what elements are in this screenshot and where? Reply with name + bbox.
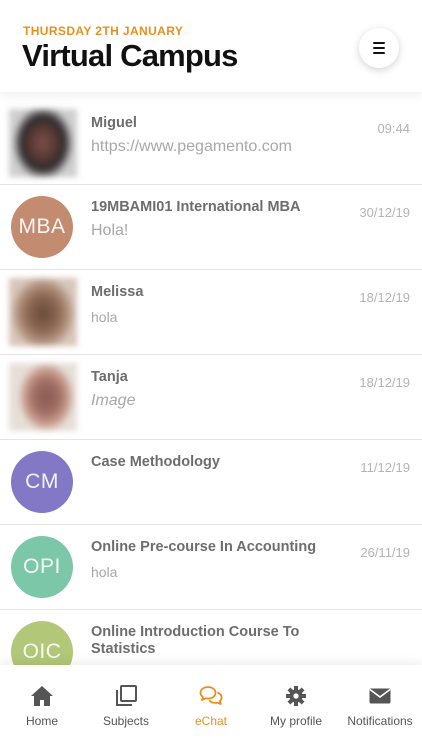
avatar xyxy=(9,278,77,346)
chat-last-message: Hola! xyxy=(91,222,129,239)
avatar: CM xyxy=(11,451,73,513)
chat-last-message: https://www.pegamento.com xyxy=(91,138,292,155)
avatar: OPI xyxy=(11,536,73,598)
tab-notifications[interactable]: Notifications xyxy=(338,665,422,750)
avatar xyxy=(9,109,77,177)
chat-last-message: hola xyxy=(91,564,118,580)
tab-label: Subjects xyxy=(102,714,150,728)
chat-time: 18/12/19 xyxy=(359,290,410,305)
page-title: Virtual Campus xyxy=(22,38,238,73)
chat-icon xyxy=(199,686,223,705)
chat-name: Melissa xyxy=(91,284,144,300)
tab-label: My profile xyxy=(269,714,322,728)
chat-last-message: hola xyxy=(91,309,118,325)
chat-name: 19MBAMI01 International MBA xyxy=(91,199,301,215)
chat-name: Miguel xyxy=(91,115,137,131)
gear-icon xyxy=(286,686,306,706)
chat-list[interactable]: Miguel https://www.pegamento.com 09:44 M… xyxy=(0,101,422,665)
chat-name: Online Pre-course In Accounting xyxy=(91,539,317,555)
subjects-icon xyxy=(116,685,137,706)
chat-item[interactable]: CM Case Methodology 11/12/19 xyxy=(0,440,422,525)
tab-label: eChat xyxy=(194,714,228,728)
chat-time: 09:44 xyxy=(377,121,410,136)
chat-name: Case Methodology xyxy=(91,454,220,470)
chat-item[interactable]: OIC Online Introduction Course To Statis… xyxy=(0,610,422,665)
chat-item[interactable]: MBA 19MBAMI01 International MBA Hola! 30… xyxy=(0,185,422,270)
tab-subjects[interactable]: Subjects xyxy=(84,665,168,750)
chat-item[interactable]: Melissa hola 18/12/19 xyxy=(0,270,422,355)
tab-echat[interactable]: eChat xyxy=(168,665,254,750)
chat-time: 18/12/19 xyxy=(359,375,410,390)
menu-icon xyxy=(373,42,385,44)
home-icon xyxy=(31,686,53,706)
tab-label: Notifications xyxy=(347,714,413,728)
chat-last-message: Image xyxy=(91,392,136,409)
chat-item[interactable]: Tanja Image 18/12/19 xyxy=(0,355,422,440)
chat-name: Tanja xyxy=(91,369,128,385)
menu-button[interactable] xyxy=(359,28,399,68)
envelope-icon xyxy=(369,688,391,704)
chat-name: Online Introduction Course To Statistics xyxy=(91,624,300,657)
avatar: MBA xyxy=(11,196,73,258)
avatar: OIC xyxy=(11,621,73,665)
tab-my-profile[interactable]: My profile xyxy=(254,665,338,750)
app-screen: THURSDAY 2TH JANUARY Virtual Campus Migu… xyxy=(0,0,422,750)
chat-time: 30/12/19 xyxy=(359,205,410,220)
header: THURSDAY 2TH JANUARY Virtual Campus xyxy=(0,0,422,92)
tab-label: Home xyxy=(25,714,58,728)
avatar xyxy=(9,363,77,431)
tab-home[interactable]: Home xyxy=(0,665,84,750)
header-date: THURSDAY 2TH JANUARY xyxy=(23,24,184,38)
chat-item[interactable]: OPI Online Pre-course In Accounting hola… xyxy=(0,525,422,610)
chat-time: 26/11/19 xyxy=(360,545,410,560)
bottom-tab-bar: Home Subjects eChat My profile Notificat… xyxy=(0,665,422,750)
chat-time: 11/12/19 xyxy=(360,460,410,475)
chat-item[interactable]: Miguel https://www.pegamento.com 09:44 xyxy=(0,101,422,185)
